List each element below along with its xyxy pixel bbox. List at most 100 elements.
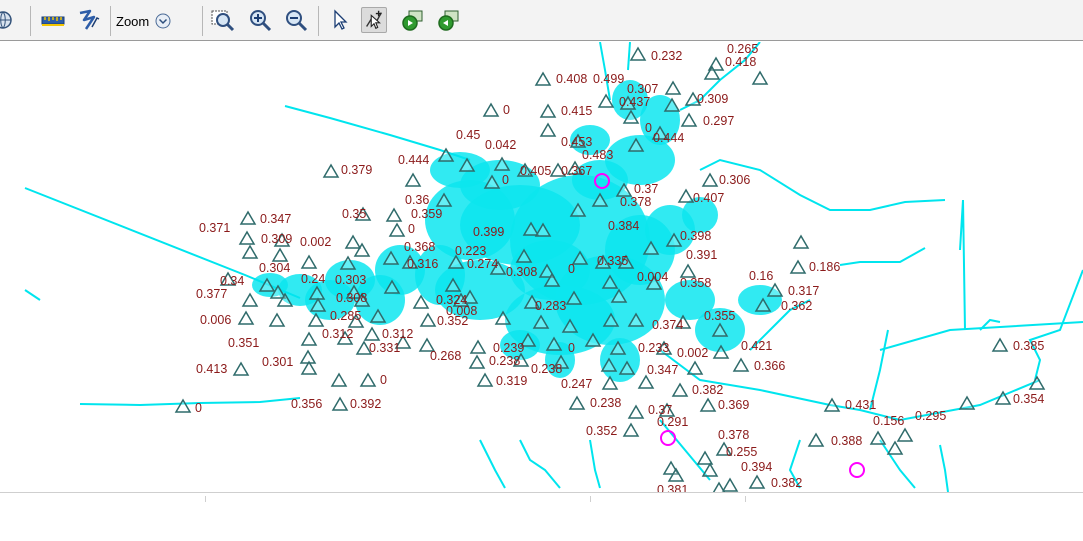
junction-triangle-icon[interactable] <box>238 230 256 245</box>
node-value-label: 0.379 <box>341 163 372 177</box>
junction-triangle-icon[interactable] <box>469 339 487 354</box>
node-value-label: 0 <box>195 401 202 415</box>
junction-triangle-icon[interactable] <box>712 481 726 492</box>
junction-triangle-icon[interactable] <box>680 112 698 127</box>
junction-triangle-icon[interactable] <box>721 477 739 492</box>
node-value-label: 0.385 <box>1013 339 1044 353</box>
node-value-label: 0.499 <box>593 72 624 86</box>
node-value-label: 0.391 <box>686 248 717 262</box>
junction-triangle-icon[interactable] <box>896 427 914 442</box>
node-value-label: 0.004 <box>637 270 668 284</box>
junction-triangle-icon[interactable] <box>629 46 647 61</box>
junction-triangle-icon[interactable] <box>886 440 904 455</box>
reservoir-icon[interactable] <box>849 462 865 478</box>
junction-triangle-icon[interactable] <box>300 360 318 375</box>
junction-triangle-icon[interactable] <box>419 312 437 327</box>
zoom-window-icon[interactable] <box>210 7 236 33</box>
globe-icon[interactable] <box>0 7 20 33</box>
junction-triangle-icon[interactable] <box>322 163 340 178</box>
node-value-label: 0.295 <box>915 409 946 423</box>
flag-add-icon[interactable] <box>400 7 426 33</box>
junction-triangle-icon[interactable] <box>671 382 689 397</box>
status-divider <box>590 496 591 502</box>
node-value-label: 0.233 <box>638 341 669 355</box>
pipe <box>284 105 471 161</box>
junction-triangle-icon[interactable] <box>789 259 807 274</box>
junction-triangle-icon[interactable] <box>344 234 362 249</box>
junction-triangle-icon[interactable] <box>869 430 887 445</box>
node-value-label: 0.186 <box>809 260 840 274</box>
node-value-label: 0 <box>568 341 575 355</box>
node-value-label: 0.366 <box>754 359 785 373</box>
junction-triangle-icon[interactable] <box>174 398 192 413</box>
junction-triangle-icon[interactable] <box>385 207 403 222</box>
pipe <box>479 439 506 489</box>
node-value-label: 0.399 <box>473 225 504 239</box>
pan-icon[interactable] <box>76 7 102 33</box>
zoom-out-icon[interactable] <box>283 7 309 33</box>
node-value-label: 0.331 <box>369 341 400 355</box>
junction-triangle-icon[interactable] <box>627 404 645 419</box>
junction-triangle-icon[interactable] <box>748 474 766 489</box>
junction-triangle-icon[interactable] <box>534 71 552 86</box>
junction-triangle-icon[interactable] <box>696 450 714 465</box>
junction-triangle-icon[interactable] <box>331 396 349 411</box>
node-value-label: 0.377 <box>196 287 227 301</box>
node-value-label: 0.355 <box>704 309 735 323</box>
network-map[interactable]: 0.232 0.2650.418 0.408 0.4990.307 0.309 0.437… <box>0 42 1083 492</box>
zoom-select[interactable]: Zoom <box>116 9 171 33</box>
flag-remove-icon[interactable] <box>436 7 462 33</box>
junction-triangle-icon[interactable] <box>271 247 289 262</box>
junction-triangle-icon[interactable] <box>300 331 318 346</box>
pipe <box>24 289 41 301</box>
junction-triangle-icon[interactable] <box>751 70 769 85</box>
junction-triangle-icon[interactable] <box>597 93 615 108</box>
node-value-label: 0 <box>380 373 387 387</box>
junction-triangle-icon[interactable] <box>677 188 695 203</box>
junction-triangle-icon[interactable] <box>664 80 682 95</box>
junction-triangle-icon[interactable] <box>476 372 494 387</box>
toolbar-separator <box>202 6 203 36</box>
node-value-label: 0.431 <box>845 398 876 412</box>
junction-triangle-icon[interactable] <box>622 422 640 437</box>
junction-triangle-icon[interactable] <box>568 395 586 410</box>
junction-triangle-icon[interactable] <box>699 397 717 412</box>
node-value-label: 0.408 <box>556 72 587 86</box>
junction-triangle-icon[interactable] <box>686 360 704 375</box>
junction-triangle-icon[interactable] <box>539 103 557 118</box>
junction-triangle-icon[interactable] <box>468 354 486 369</box>
junction-triangle-icon[interactable] <box>241 244 259 259</box>
junction-triangle-icon[interactable] <box>241 292 259 307</box>
node-value-label: 0.378 <box>620 195 651 209</box>
junction-triangle-icon[interactable] <box>991 337 1009 352</box>
junction-triangle-icon[interactable] <box>539 122 557 137</box>
junction-triangle-icon[interactable] <box>404 172 422 187</box>
junction-triangle-icon[interactable] <box>637 374 655 389</box>
node-value-label: 0.359 <box>411 207 442 221</box>
junction-triangle-icon[interactable] <box>363 326 381 341</box>
junction-triangle-icon[interactable] <box>792 234 810 249</box>
junction-triangle-icon[interactable] <box>268 312 286 327</box>
junction-triangle-icon[interactable] <box>701 172 719 187</box>
junction-triangle-icon[interactable] <box>482 102 500 117</box>
junction-triangle-icon[interactable] <box>237 310 255 325</box>
status-divider <box>205 496 206 502</box>
junction-triangle-icon[interactable] <box>701 462 719 477</box>
junction-triangle-icon[interactable] <box>807 432 825 447</box>
select-pointer-icon[interactable] <box>326 7 352 33</box>
junction-triangle-icon[interactable] <box>299 349 317 364</box>
junction-triangle-icon[interactable] <box>958 395 976 410</box>
junction-triangle-icon[interactable] <box>232 361 250 376</box>
junction-triangle-icon[interactable] <box>359 372 377 387</box>
junction-triangle-icon[interactable] <box>388 222 406 237</box>
reservoir-icon[interactable] <box>660 430 676 446</box>
measure-icon[interactable] <box>40 7 66 33</box>
select-node-icon[interactable] <box>361 7 387 33</box>
junction-triangle-icon[interactable] <box>732 357 750 372</box>
junction-triangle-icon[interactable] <box>239 210 257 225</box>
node-value-label: 0.002 <box>677 346 708 360</box>
zoom-in-icon[interactable] <box>247 7 273 33</box>
junction-triangle-icon[interactable] <box>330 372 348 387</box>
node-value-label: 0.36 <box>405 193 429 207</box>
junction-triangle-icon[interactable] <box>300 254 318 269</box>
